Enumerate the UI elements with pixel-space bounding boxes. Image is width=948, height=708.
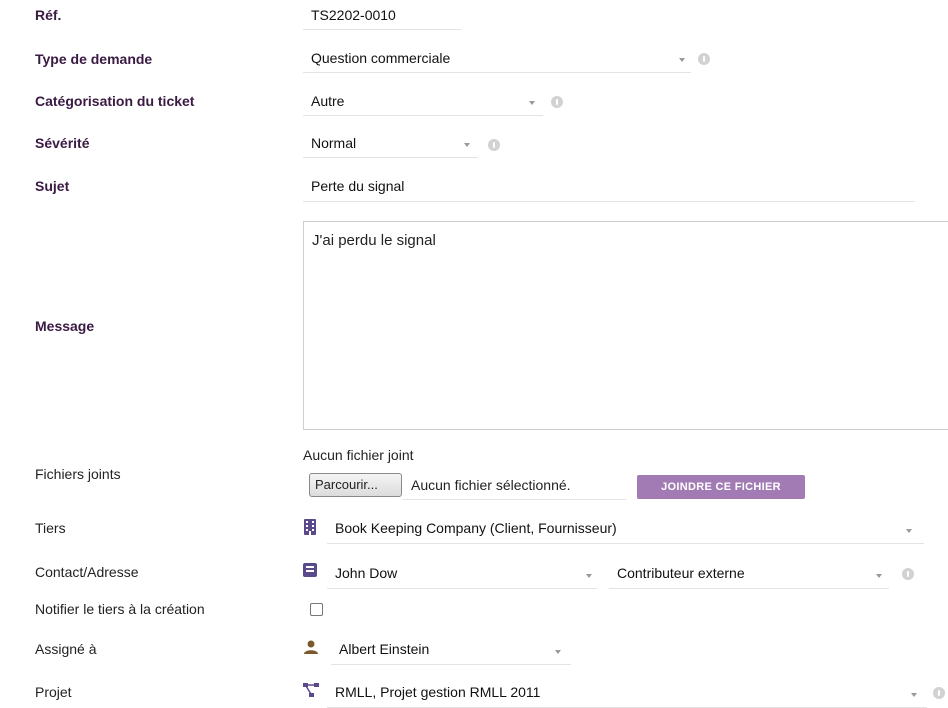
info-icon <box>933 687 945 699</box>
subject-value: Perte du signal <box>311 178 405 194</box>
label-thirdparty: Tiers <box>35 520 66 536</box>
contact-card-icon <box>303 563 317 577</box>
chevron-down-icon <box>876 574 882 578</box>
message-textarea[interactable]: J'ai perdu le signal <box>303 221 948 430</box>
label-files: Fichiers joints <box>35 466 121 482</box>
attach-file-button[interactable]: JOINDRE CE FICHIER <box>637 475 805 499</box>
info-icon <box>698 53 710 65</box>
ref-value: TS2202-0010 <box>311 7 396 23</box>
label-assigned: Assigné à <box>35 641 97 657</box>
label-type: Type de demande <box>35 51 153 67</box>
assigned-select[interactable]: Albert Einstein <box>331 637 571 665</box>
project-select[interactable]: RMLL, Projet gestion RMLL 2011 <box>327 680 927 708</box>
type-value: Question commerciale <box>311 50 451 66</box>
label-ref: Réf. <box>35 7 62 23</box>
user-icon <box>304 640 318 654</box>
files-none-text: Aucun fichier joint <box>303 447 414 463</box>
thirdparty-select[interactable]: Book Keeping Company (Client, Fournisseu… <box>327 516 924 544</box>
label-notify: Notifier le tiers à la création <box>35 601 205 617</box>
chevron-down-icon <box>679 58 685 62</box>
type-select[interactable]: Question commerciale <box>303 46 691 73</box>
info-icon <box>488 139 500 151</box>
label-severity: Sévérité <box>35 135 90 151</box>
contact-value: John Dow <box>335 565 398 581</box>
building-icon <box>304 519 316 535</box>
browse-button[interactable]: Parcourir... <box>309 473 402 497</box>
chevron-down-icon <box>464 143 470 147</box>
label-subject: Sujet <box>35 178 70 194</box>
label-message: Message <box>35 318 95 334</box>
message-value: J'ai perdu le signal <box>312 232 436 249</box>
label-project: Projet <box>35 684 72 700</box>
category-select[interactable]: Autre <box>303 89 543 116</box>
ref-input[interactable]: TS2202-0010 <box>303 3 461 30</box>
label-contact: Contact/Adresse <box>35 564 139 580</box>
project-value: RMLL, Projet gestion RMLL 2011 <box>335 684 541 700</box>
info-icon <box>902 568 914 580</box>
thirdparty-value: Book Keeping Company (Client, Fournisseu… <box>335 520 617 536</box>
assigned-value: Albert Einstein <box>339 641 430 657</box>
chevron-down-icon <box>555 650 561 654</box>
no-file-text: Aucun fichier sélectionné. <box>411 477 571 493</box>
contact-role-value: Contributeur externe <box>617 565 745 581</box>
severity-value: Normal <box>311 135 357 151</box>
chevron-down-icon <box>906 529 912 533</box>
chevron-down-icon <box>586 574 592 578</box>
chevron-down-icon <box>529 101 535 105</box>
project-tree-icon <box>303 683 319 697</box>
severity-select[interactable]: Normal <box>303 131 478 158</box>
notify-checkbox[interactable] <box>310 603 323 616</box>
category-value: Autre <box>311 93 345 109</box>
label-category: Catégorisation du ticket <box>35 93 195 109</box>
subject-input[interactable]: Perte du signal <box>303 174 915 202</box>
contact-role-select[interactable]: Contributeur externe <box>609 561 889 589</box>
chevron-down-icon <box>911 693 917 697</box>
info-icon <box>551 96 563 108</box>
contact-select[interactable]: John Dow <box>327 561 597 589</box>
file-name-display: Aucun fichier sélectionné. <box>403 472 626 500</box>
